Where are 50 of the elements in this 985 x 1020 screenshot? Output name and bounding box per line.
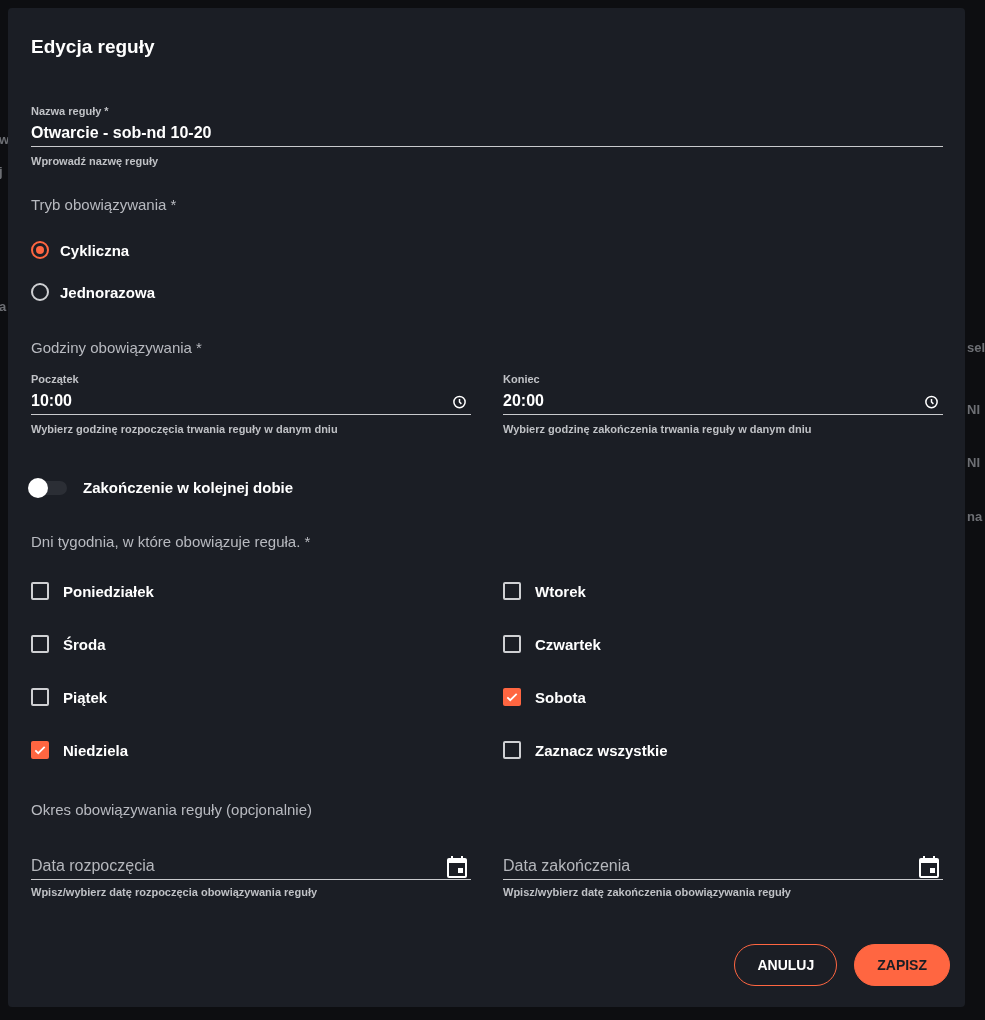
background-text: a bbox=[0, 299, 7, 314]
checkbox-icon[interactable] bbox=[31, 635, 49, 653]
save-button[interactable]: ZAPISZ bbox=[854, 944, 950, 986]
day-checkbox[interactable]: Czwartek bbox=[503, 633, 943, 655]
radio-icon[interactable] bbox=[31, 283, 49, 301]
day-checkbox[interactable]: Wtorek bbox=[503, 580, 943, 602]
section-heading: Godziny obowiązywania * bbox=[31, 339, 203, 356]
toggle-label: Zakończenie w kolejnej dobie bbox=[83, 479, 294, 496]
helper-text: Wpisz/wybierz datę rozpoczęcia obowiązywania reguły bbox=[31, 886, 319, 898]
field-label: Początek bbox=[31, 373, 80, 385]
checkbox-icon[interactable] bbox=[503, 688, 521, 706]
checkbox-icon[interactable] bbox=[503, 635, 521, 653]
day-checkbox[interactable]: Środa bbox=[31, 633, 471, 655]
checkbox-icon[interactable] bbox=[31, 741, 49, 759]
section-heading: Okres obowiązywania reguły (opcjonalnie) bbox=[31, 801, 313, 818]
background-text: na bbox=[967, 509, 983, 524]
clock-icon[interactable] bbox=[924, 394, 939, 409]
time-field[interactable]: 10:00 bbox=[31, 388, 471, 415]
checkbox-icon[interactable] bbox=[31, 582, 49, 600]
field-label: Nazwa reguły * bbox=[31, 105, 110, 117]
radio-icon[interactable] bbox=[31, 241, 49, 259]
date-field[interactable]: Data rozpoczęcia bbox=[31, 853, 471, 880]
toggle-switch[interactable] bbox=[31, 480, 67, 495]
background-text: sel bbox=[967, 340, 985, 355]
day-checkbox[interactable]: Piątek bbox=[31, 686, 471, 708]
helper-text: Wprowadź nazwę reguły bbox=[31, 155, 160, 167]
section-heading: Dni tygodnia, w które obowiązuje reguła. * bbox=[31, 533, 312, 550]
calendar-icon[interactable] bbox=[447, 855, 467, 878]
calendar-icon[interactable] bbox=[919, 855, 939, 878]
checkbox-icon[interactable] bbox=[503, 582, 521, 600]
date-field[interactable]: Data zakończenia bbox=[503, 853, 943, 880]
day-checkbox[interactable]: Niedziela bbox=[31, 739, 471, 761]
radio-option[interactable]: Jednorazowa bbox=[31, 282, 943, 302]
field-label: Koniec bbox=[503, 373, 541, 385]
background-text: NI bbox=[967, 455, 980, 470]
radio-option[interactable]: Cykliczna bbox=[31, 240, 943, 260]
dialog-title: Edycja reguły bbox=[31, 36, 156, 58]
day-checkbox[interactable]: Poniedziałek bbox=[31, 580, 471, 602]
time-field[interactable]: 20:00 bbox=[503, 388, 943, 415]
name-field[interactable]: Otwarcie - sob-nd 10-20 bbox=[31, 120, 943, 147]
helper-text: Wpisz/wybierz datę zakończenia obowiązywania reguły bbox=[503, 886, 792, 898]
helper-text: Wybierz godzinę zakończenia trwania reguły w danym dniu bbox=[503, 423, 813, 435]
clock-icon[interactable] bbox=[452, 394, 467, 409]
helper-text: Wybierz godzinę rozpoczęcia trwania reguły w danym dniu bbox=[31, 423, 339, 435]
background-text: NI bbox=[967, 402, 980, 417]
checkbox-icon[interactable] bbox=[503, 741, 521, 759]
checkbox-icon[interactable] bbox=[31, 688, 49, 706]
day-checkbox[interactable]: Sobota bbox=[503, 686, 943, 708]
day-checkbox[interactable]: Zaznacz wszystkie bbox=[503, 739, 943, 761]
section-heading: Tryb obowiązywania * bbox=[31, 196, 178, 213]
